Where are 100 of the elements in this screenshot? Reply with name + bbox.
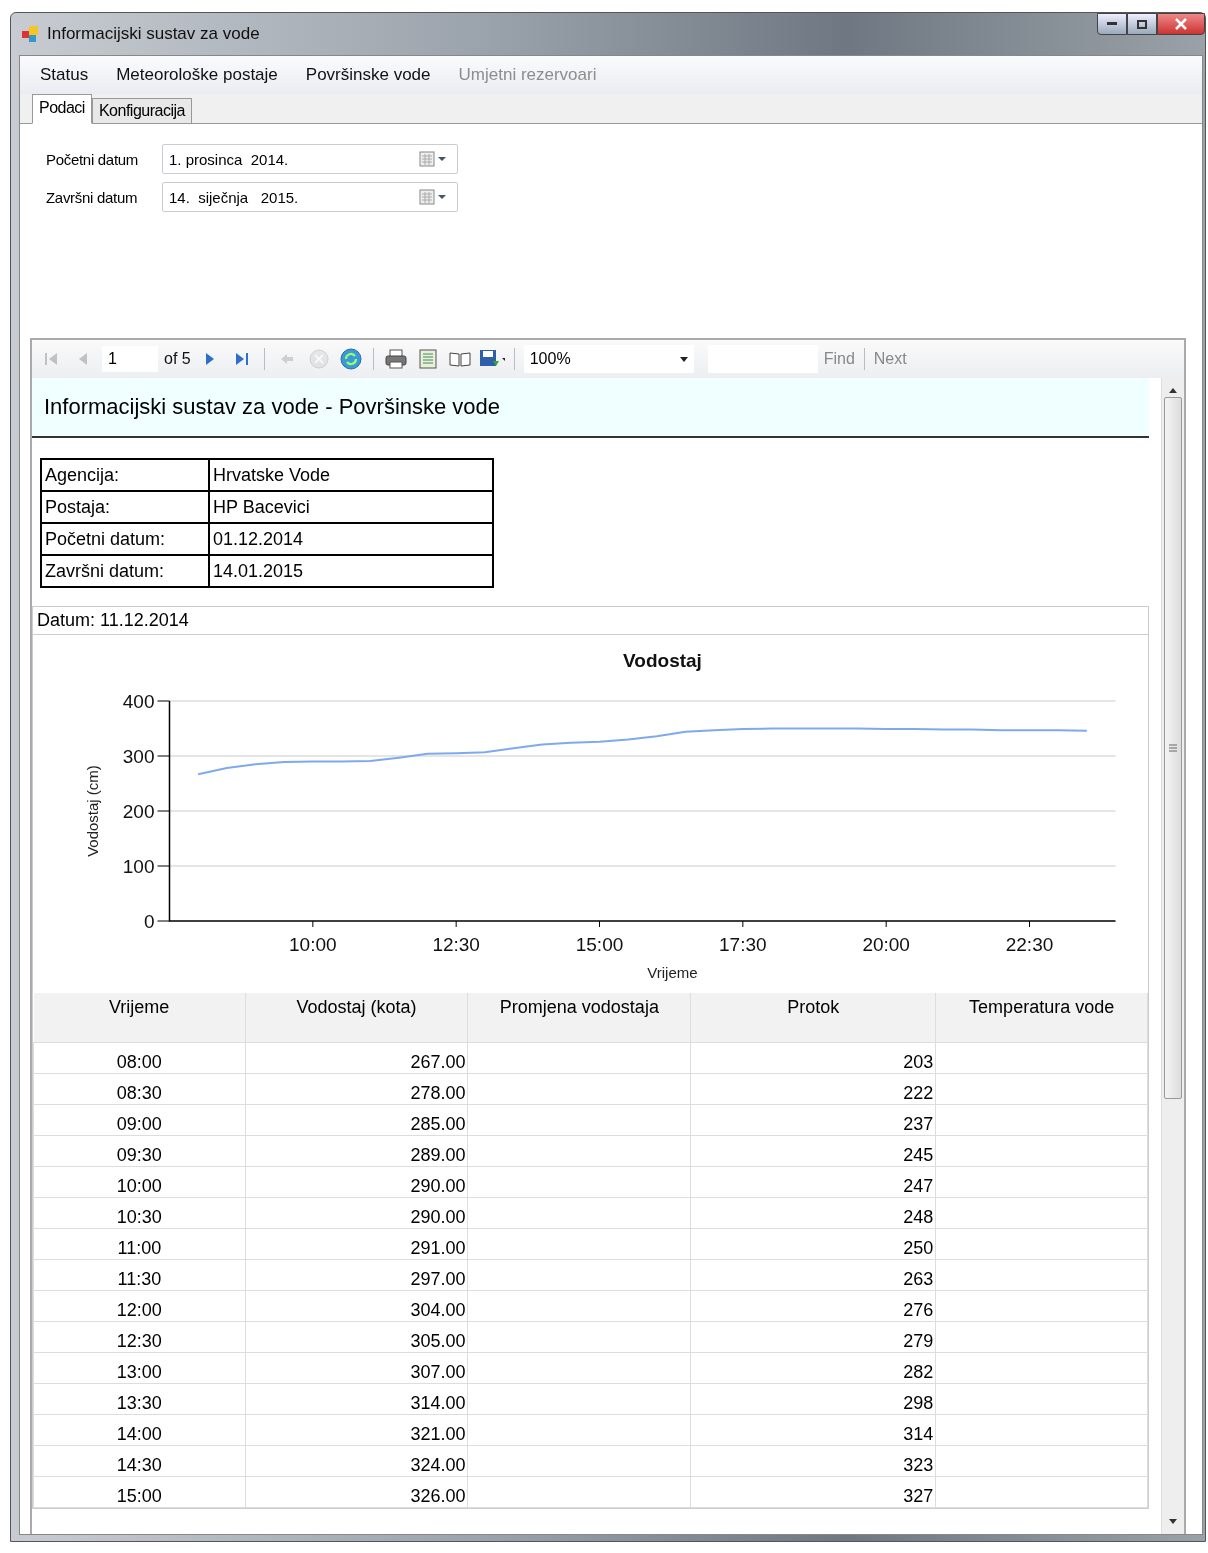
x-axis-title: Vrijeme [647,964,698,981]
page-count: of 5 [164,350,191,368]
x-tick [312,920,314,928]
table-cell: 323 [690,1445,936,1477]
date-heading: Datum: 11.12.2014 [33,607,1148,635]
close-icon [1175,18,1187,30]
calendar-dropdown-icon [419,151,449,167]
field-label: Završni datum [46,188,139,206]
report-title: Informacijski sustav za vode - Površinske vode [32,378,1149,438]
table-cell: 278.00 [245,1073,468,1105]
page-number-field[interactable]: 1 [102,346,158,372]
table-cell: 14:00 [33,1414,246,1446]
minimize-button[interactable] [1097,13,1127,35]
print-button[interactable] [382,346,409,372]
tab[interactable]: Konfiguracija [91,98,192,123]
y-tick [157,920,170,922]
printer-icon [384,349,407,369]
table-cell: 248 [690,1197,936,1229]
table-cell: 327 [690,1476,936,1508]
table-cell: 289.00 [245,1135,468,1167]
table-cell: 14:30 [33,1445,246,1477]
table-cell: 203 [690,1042,936,1074]
open-book-icon [448,350,471,368]
info-value: HP Bacevici [209,491,493,523]
last-page-icon [233,351,250,367]
y-tick-label: 100 [122,856,155,877]
table-cell: 326.00 [245,1476,468,1508]
table-cell: 12:00 [33,1290,246,1322]
close-button[interactable] [1157,13,1205,35]
maximize-button[interactable] [1127,13,1157,35]
table-cell: 13:30 [33,1383,246,1415]
table-cell: 285.00 [245,1104,468,1136]
x-tick [599,920,600,928]
table-cell: 263 [690,1259,936,1291]
y-tick [157,755,170,757]
stop-icon [308,349,329,369]
scroll-down-icon[interactable] [1169,1519,1177,1524]
table-cell: 291.00 [245,1228,468,1260]
y-tick-label: 300 [122,746,155,767]
scroll-up-icon[interactable] [1169,388,1177,393]
table-cell: 324.00 [245,1445,468,1477]
info-value: Hrvatske Vode [209,459,493,491]
column-header: Protok [690,993,936,1043]
y-tick-label: 200 [122,801,155,822]
menu-item[interactable]: Površinske vode [305,65,431,85]
table-cell: 09:30 [33,1135,246,1167]
table-cell: 267.00 [245,1042,468,1074]
table-cell: 321.00 [245,1414,468,1446]
tab[interactable]: Podaci [32,94,92,124]
next-page-icon [203,351,216,367]
table-cell: 305.00 [245,1321,468,1353]
info-value: 01.12.2014 [209,523,493,555]
refresh-icon [339,348,362,370]
y-tick [157,810,170,812]
table-cell: 307.00 [245,1352,468,1384]
table-cell: 13:00 [33,1352,246,1384]
table-cell: 276 [690,1290,936,1322]
table-cell: 11:00 [33,1228,246,1260]
table-cell: 298 [690,1383,936,1415]
x-tick [1029,920,1030,928]
table-cell: 10:00 [33,1166,246,1198]
page-layout-icon [417,349,438,369]
table-cell: 297.00 [245,1259,468,1291]
x-tick-label: 17:30 [719,934,767,955]
x-tick-label: 15:00 [575,934,624,955]
zoom-select[interactable]: 100% [523,345,694,373]
x-tick [455,920,457,928]
x-tick-label: 20:00 [862,934,910,955]
table-cell: 10:30 [33,1197,246,1229]
table-cell: 304.00 [245,1290,468,1322]
y-tick [157,700,170,702]
column-header: Temperatura vode [935,993,1148,1043]
y-tick-label: 400 [122,691,155,712]
chart-title: Vodostaj [623,650,702,671]
refresh-button[interactable] [337,346,364,372]
info-label: Početni datum: [41,523,209,555]
table-cell: 08:00 [33,1042,246,1074]
window-title: Informacijski sustav za vode [47,24,260,44]
back-arrow-icon [279,353,294,365]
table-cell: 247 [690,1166,936,1198]
y-tick [157,865,170,867]
date-picker[interactable]: 14. siječnja 2015. [162,182,458,212]
column-header: Vrijeme [33,993,246,1043]
table-cell: 282 [690,1352,936,1384]
menu-item[interactable]: Meteorološke postaje [116,65,278,85]
table-cell: 279 [690,1321,936,1353]
scrollbar-thumb[interactable] [1164,397,1182,1099]
caret-icon [679,356,688,362]
field-label: Početni datum [46,150,139,168]
maximize-icon [1137,19,1147,29]
x-tick-label: 10:00 [289,934,337,955]
info-label: Agencija: [41,459,209,491]
minimize-icon [1107,22,1117,26]
date-picker[interactable]: 1. prosinca 2014. [162,144,458,174]
info-value: 14.01.2015 [209,555,493,587]
y-tick-label: 0 [143,911,155,932]
table-cell: 15:00 [33,1476,246,1508]
menu-item[interactable]: Status [40,65,89,85]
info-label: Postaja: [41,491,209,523]
y-axis-title: Vodostaj (cm) [83,765,101,857]
